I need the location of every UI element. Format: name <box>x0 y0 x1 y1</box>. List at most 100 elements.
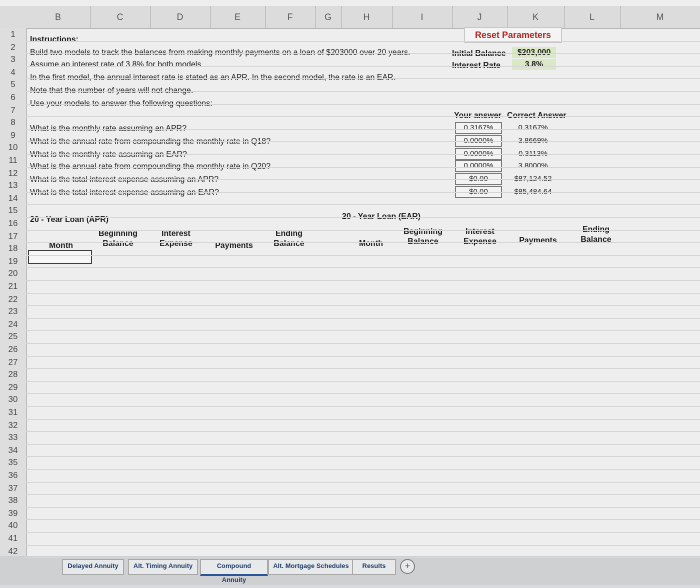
row-number[interactable]: 18 <box>0 243 26 253</box>
column-header[interactable]: M <box>620 6 700 28</box>
row-number[interactable]: 6 <box>0 92 26 102</box>
row-gridline <box>26 305 700 307</box>
row-number[interactable]: 14 <box>0 193 26 203</box>
row-number[interactable]: 26 <box>0 344 26 354</box>
row-number[interactable]: 4 <box>0 67 26 77</box>
row-number[interactable]: 30 <box>0 394 26 404</box>
row-gridline <box>26 103 700 105</box>
row-number[interactable]: 5 <box>0 79 26 89</box>
row-number[interactable]: 35 <box>0 457 26 467</box>
row-gridline <box>26 469 700 470</box>
column-header[interactable]: J <box>452 6 508 28</box>
column-header[interactable]: C <box>90 6 151 28</box>
row-number[interactable]: 8 <box>0 117 26 127</box>
column-header[interactable]: E <box>210 6 266 28</box>
row-number[interactable]: 39 <box>0 508 26 518</box>
row-number[interactable]: 37 <box>0 483 26 493</box>
tab-alt-mortgage-schedules[interactable]: Alt. Mortgage Schedules <box>268 559 354 575</box>
ear-header-month: Month <box>359 239 383 248</box>
row-number[interactable]: 41 <box>0 533 26 543</box>
row-gridline <box>26 53 700 55</box>
row-gridline <box>26 355 700 357</box>
column-header[interactable]: H <box>341 6 393 28</box>
row-number[interactable]: 12 <box>0 168 26 178</box>
selected-cell[interactable] <box>28 250 92 264</box>
row-number[interactable]: 20 <box>0 268 26 278</box>
row-number[interactable]: 3 <box>0 54 26 64</box>
tab-alt-timing-annuity[interactable]: Alt. Timing Annuity <box>128 559 198 575</box>
row-gridline <box>26 141 700 143</box>
tab-results[interactable]: Results <box>352 559 396 575</box>
row-gridline <box>26 330 700 332</box>
add-sheet-icon[interactable]: + <box>400 559 415 574</box>
row-gridline <box>26 78 700 80</box>
row-header-column: 1 2 3 4 5 6 7 8 9 10 11 12 13 14 15 16 17 18 19 20 21 22 23 24 2… <box>0 28 27 560</box>
interest-rate-value[interactable]: 3.8% <box>512 59 556 70</box>
row-gridline <box>26 431 700 433</box>
apr-header-interest-expense: Interest Expense <box>159 229 193 248</box>
row-gridline <box>26 481 700 483</box>
row-number[interactable]: 16 <box>0 218 26 228</box>
column-header[interactable]: F <box>265 6 316 28</box>
row-gridline <box>26 217 700 218</box>
row-number[interactable]: 28 <box>0 369 26 379</box>
row-number[interactable]: 17 <box>0 231 26 241</box>
instructions-heading: Instructions: <box>30 35 79 44</box>
column-header[interactable]: B <box>26 6 91 28</box>
row-number[interactable]: 10 <box>0 142 26 152</box>
column-header[interactable]: L <box>564 6 621 28</box>
row-number[interactable]: 33 <box>0 432 26 442</box>
row-number[interactable]: 23 <box>0 306 26 316</box>
row-gridline <box>26 519 700 521</box>
row-gridline <box>26 229 700 231</box>
row-number[interactable]: 22 <box>0 294 26 304</box>
row-gridline <box>26 406 700 407</box>
row-gridline <box>26 254 700 256</box>
row-number[interactable]: 36 <box>0 470 26 480</box>
row-gridline <box>26 443 700 445</box>
row-gridline <box>26 166 700 168</box>
row-gridline <box>26 532 700 533</box>
row-gridline <box>26 494 700 496</box>
column-header[interactable]: K <box>507 6 565 28</box>
correct-answer-cell: 3.8000% <box>518 161 548 170</box>
row-number[interactable]: 27 <box>0 357 26 367</box>
row-number[interactable]: 19 <box>0 256 26 266</box>
row-number[interactable]: 2 <box>0 42 26 52</box>
apr-header-beginning-balance: Beginning Balance <box>98 229 138 248</box>
ear-header-payments: Payments <box>519 236 557 245</box>
row-number[interactable]: 21 <box>0 281 26 291</box>
row-number[interactable]: 1 <box>0 29 26 39</box>
sheet-tab-bar: Delayed Annuity Alt. Timing Annuity Comp… <box>0 556 700 585</box>
row-number[interactable]: 31 <box>0 407 26 417</box>
row-number[interactable]: 7 <box>0 105 26 115</box>
row-gridline <box>26 179 700 181</box>
tab-delayed-annuity[interactable]: Delayed Annuity <box>62 559 124 575</box>
column-header[interactable]: I <box>392 6 453 28</box>
row-gridline <box>26 65 700 67</box>
column-header[interactable]: G <box>315 6 342 28</box>
row-number[interactable]: 9 <box>0 130 26 140</box>
tab-compound-annuity[interactable]: Compound Annuity <box>200 559 268 584</box>
row-number[interactable]: 15 <box>0 205 26 215</box>
row-number[interactable]: 24 <box>0 319 26 329</box>
row-number[interactable]: 25 <box>0 331 26 341</box>
correct-answer-cell: 0.3167% <box>518 123 548 132</box>
row-number[interactable]: 29 <box>0 382 26 392</box>
row-gridline <box>26 204 700 206</box>
row-number[interactable]: 40 <box>0 520 26 530</box>
row-number[interactable]: 11 <box>0 155 26 165</box>
spreadsheet-grid: B C D E F G H I J K L M 1 2 3 4 5 6 7 8 9 10 11 12 1… <box>0 0 700 585</box>
row-number[interactable]: 34 <box>0 445 26 455</box>
row-number[interactable]: 42 <box>0 546 26 556</box>
row-gridline <box>26 154 700 155</box>
row-gridline <box>26 506 700 508</box>
row-gridline <box>26 343 700 344</box>
row-gridline <box>26 368 700 370</box>
column-header[interactable]: D <box>150 6 211 28</box>
row-number[interactable]: 13 <box>0 180 26 190</box>
row-gridline <box>26 418 700 420</box>
row-number[interactable]: 32 <box>0 420 26 430</box>
row-number[interactable]: 38 <box>0 495 26 505</box>
row-gridline <box>26 380 700 382</box>
